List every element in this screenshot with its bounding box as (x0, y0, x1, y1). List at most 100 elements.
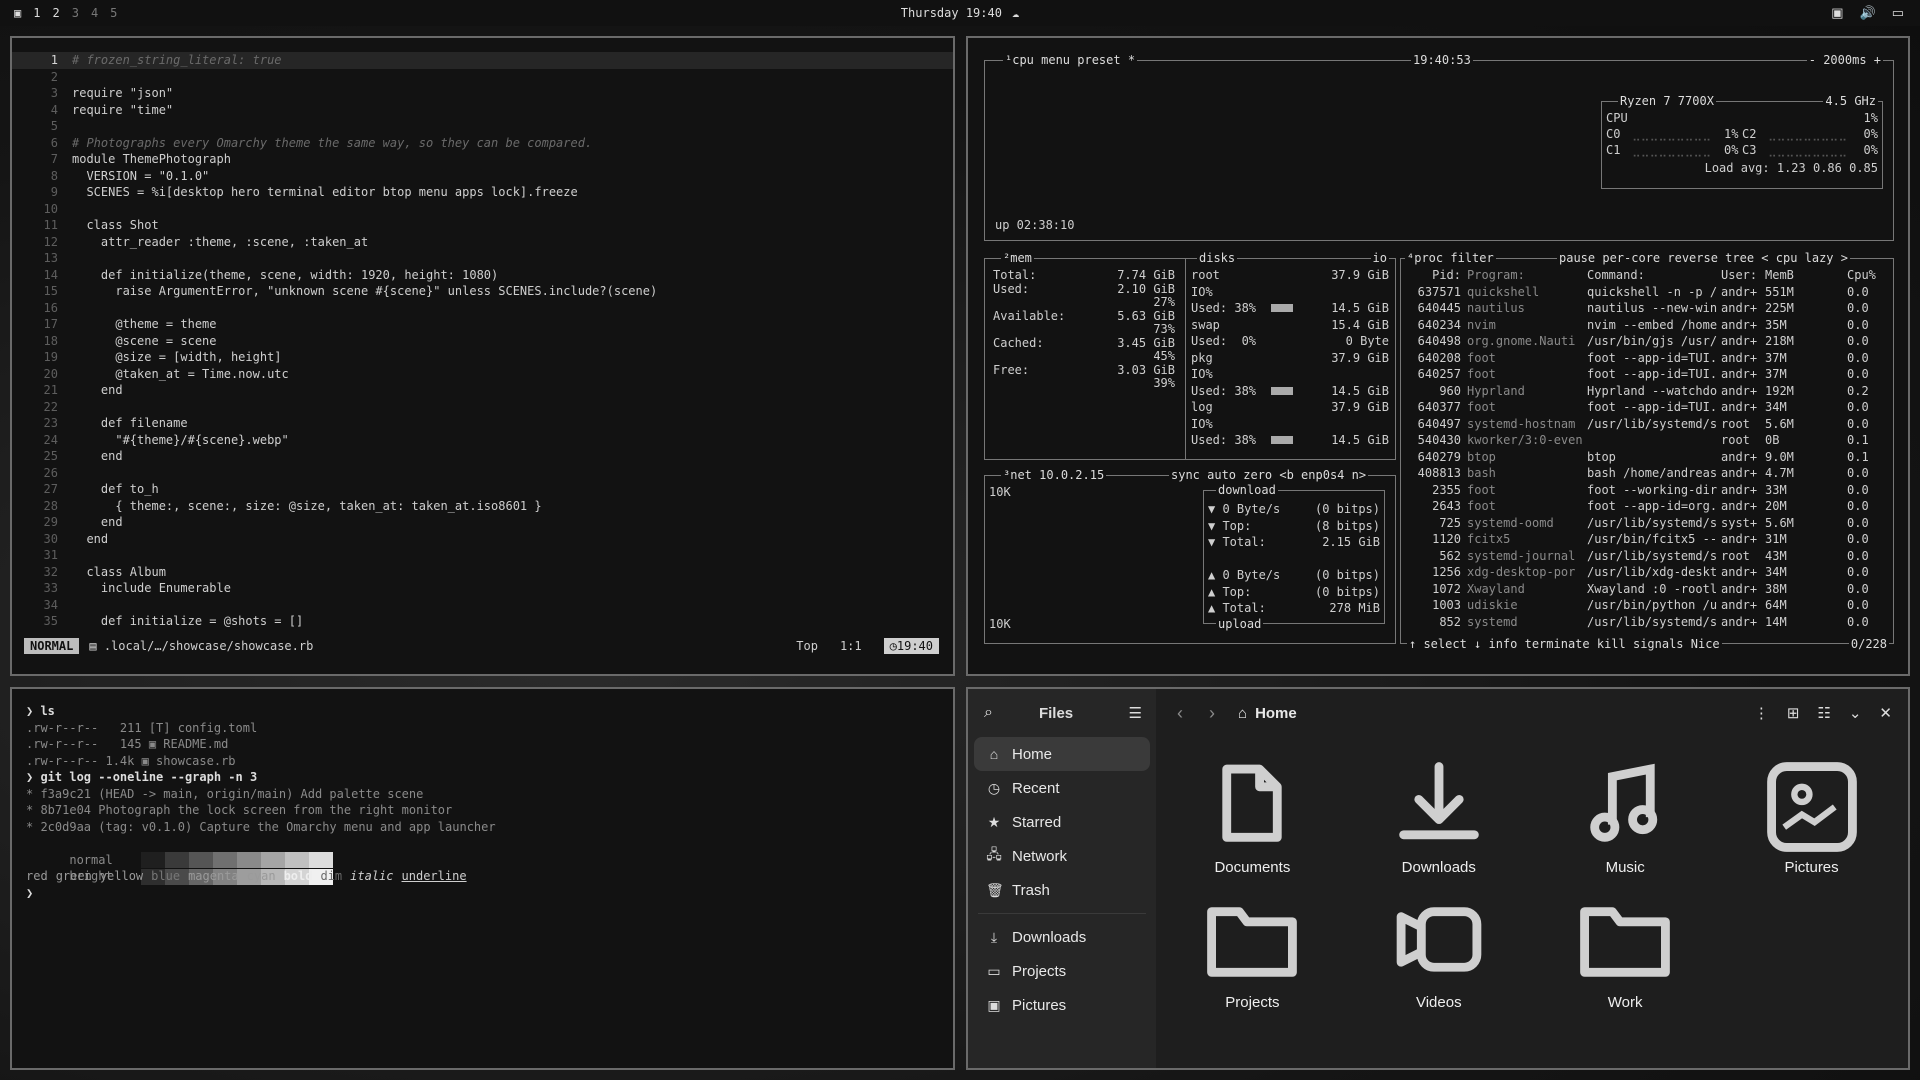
terminal-output[interactable]: ❯ ls .rw-r--r-- 211 [T] config.toml .rw-r-… (26, 703, 496, 901)
file-item-downloads[interactable]: Downloads (1349, 759, 1529, 876)
net-stats-box: download ▼ 0 Byte/s (0 bitps) ▼ Top: (8 bit… (1203, 482, 1385, 632)
sidebar-item-home[interactable]: ⌂ Home (974, 737, 1150, 771)
proc-row-cell: andr+ (1721, 284, 1758, 299)
cpu-interval[interactable]: - 2000ms + (1806, 52, 1883, 69)
chevron-down-icon[interactable]: ⌄ (1849, 704, 1862, 722)
workspace-4[interactable]: 4 (91, 6, 98, 20)
terminal-text: * 8b71e04 Photograph the lock screen fro… (26, 803, 453, 817)
workspace-switcher: ▣ 1 2 3 4 5 (14, 6, 117, 20)
core-c2-graph: ⣀⣀⣀⣀⣀⣀⣀⣀⣀ (1768, 127, 1848, 141)
sidebar-item-starred[interactable]: ★ Starred (974, 805, 1150, 839)
workspace-2[interactable]: 2 (52, 6, 59, 20)
proc-footer[interactable]: ↑ select ↓ info terminate kill signals N… (1407, 635, 1722, 652)
sidebar-item-downloads[interactable]: ⤓ Downloads (974, 920, 1150, 954)
net-title[interactable]: ³net 10.0.2.15 (1001, 467, 1107, 484)
back-button[interactable]: ‹ (1164, 703, 1196, 724)
search-icon[interactable]: ⌕ (984, 704, 993, 722)
proc-row-cell: 225M (1765, 301, 1794, 315)
location-bar[interactable]: ⌂ Home (1238, 705, 1297, 722)
code-line: 6 # Photographs every Omarchy theme the s… (12, 135, 953, 152)
net-ip: 10.0.2.15 (1039, 468, 1105, 482)
sidebar-divider (978, 913, 1146, 914)
more-options-icon[interactable]: ⋮ (1754, 704, 1769, 722)
proc-row-cell: foot --app-id=TUI. (1587, 350, 1718, 365)
download-icon: ⤓ (990, 928, 998, 945)
btop-window[interactable]: ¹cpu menu preset * 19:40:53 - 2000ms + R… (966, 36, 1910, 676)
cpu-cores-box: Ryzen 7 7700X 4.5 GHz CPU 1% C0 ⣀⣀⣀⣀⣀⣀⣀⣀… (1601, 93, 1883, 189)
clock[interactable]: Thursday 19:40 ☁ (901, 6, 1019, 20)
terminal-window[interactable]: ❯ ls .rw-r--r-- 211 [T] config.toml .rw-r-… (10, 687, 955, 1070)
proc-row-cell: foot --working-dir (1587, 482, 1718, 497)
terminal-text: git log --oneline --graph -n 3 (40, 770, 258, 784)
disk-usage-bar (1271, 304, 1293, 312)
editor-window[interactable]: 1 # frozen_string_literal: true 2 3 require … (10, 36, 955, 676)
sidebar-item-label: Projects (1012, 962, 1067, 980)
code-buffer[interactable]: 1 # frozen_string_literal: true 2 3 require … (12, 52, 953, 630)
disks-io-toggle[interactable]: io (1370, 250, 1389, 267)
proc-row-cell: andr+ (1721, 350, 1758, 365)
net-stat-label: ▲ Top: (1208, 584, 1252, 599)
file-item-documents[interactable]: Documents (1162, 759, 1342, 876)
proc-row-cell: 640498 (1417, 334, 1461, 348)
net-stat-value: (8 bitps) (1314, 518, 1380, 533)
code-text: include Enumerable (72, 581, 231, 595)
proc-row-cell: 0.0 (1847, 317, 1869, 332)
proc-row-cell: 0.0 (1847, 532, 1869, 546)
proc-row-cell: 34M (1765, 400, 1787, 414)
screen-icon[interactable]: ▣ (1831, 5, 1843, 21)
sidebar-item-trash[interactable]: 🗑 Trash (974, 873, 1150, 907)
proc-row-cell: 0.0 (1847, 400, 1869, 414)
workspace-1[interactable]: 1 (33, 6, 40, 20)
close-icon[interactable]: ✕ (1879, 704, 1892, 722)
files-window[interactable]: ⌕ Files ☰ ⌂ Home ◷ Recent ★ Starred 🖧 Networ… (966, 687, 1910, 1070)
proc-row-cell: root (1721, 416, 1750, 431)
prompt[interactable]: ❯ (26, 885, 496, 902)
image-icon: ▣ (987, 996, 1001, 1013)
code-line: 18 @scene = scene (12, 333, 953, 350)
line-number: 14 (43, 267, 58, 282)
disks-title[interactable]: disks (1197, 250, 1238, 267)
line-number: 23 (43, 416, 58, 430)
palette-swatch (308, 852, 333, 868)
volume-icon[interactable]: 🔊 (1860, 5, 1876, 21)
network-icon[interactable]: ▭ (1892, 5, 1904, 21)
prompt-symbol: ❯ (26, 704, 41, 718)
cpu-tabs[interactable]: ¹cpu menu preset * (1003, 52, 1138, 69)
style-sample-red: red (26, 869, 48, 883)
sidebar-item-recent[interactable]: ◷ Recent (974, 771, 1150, 805)
omarchy-menu-icon[interactable]: ▣ (14, 6, 21, 20)
core-c1-graph: ⣀⣀⣀⣀⣀⣀⣀⣀⣀ (1632, 143, 1712, 157)
proc-row-cell: /usr/bin/gjs /usr/ (1587, 334, 1718, 348)
sidebar-item-network[interactable]: 🖧 Network (974, 839, 1150, 873)
folder-icon: ▭ (987, 962, 1001, 979)
view-list-icon[interactable]: ☷ (1817, 704, 1830, 722)
proc-row-cell: 1256 (1432, 565, 1461, 579)
code-text: @scene = scene (72, 333, 217, 348)
code-line: 7 module ThemePhotograph (12, 151, 953, 168)
workspace-5[interactable]: 5 (110, 6, 117, 20)
proc-tabs[interactable]: pause per-core reverse tree < cpu lazy > (1557, 250, 1850, 267)
file-item-videos[interactable]: Videos (1349, 894, 1529, 1011)
file-item-music[interactable]: Music (1535, 759, 1715, 876)
hamburger-menu-icon[interactable]: ☰ (1129, 704, 1142, 722)
sidebar-item-projects[interactable]: ▭ Projects (974, 954, 1150, 988)
workspace-3[interactable]: 3 (72, 6, 79, 20)
sidebar-item-pictures[interactable]: ▣ Pictures (974, 988, 1150, 1022)
proc-row-cell: andr+ (1721, 400, 1758, 414)
net-stat-label: ▲ Total: (1208, 601, 1266, 615)
mem-title[interactable]: ²mem (1001, 250, 1034, 267)
proc-row-cell: foot (1467, 482, 1496, 497)
proc-row-cell: 0.0 (1847, 334, 1869, 348)
proc-row-cell: andr+ (1721, 598, 1758, 612)
file-item-projects[interactable]: Projects (1162, 894, 1342, 1011)
core-c1-value: 0% (1724, 143, 1739, 157)
file-item-pictures[interactable]: Pictures (1722, 759, 1902, 876)
proc-title[interactable]: ⁴proc filter (1405, 250, 1496, 267)
file-item-work[interactable]: Work (1535, 894, 1715, 1011)
core-c2-value: 0% (1863, 127, 1878, 141)
terminal-text: ls (40, 704, 55, 718)
line-number: 10 (43, 201, 58, 216)
forward-button[interactable]: › (1196, 703, 1228, 724)
new-folder-icon[interactable]: ⊞ (1787, 704, 1800, 722)
cursor-position: 1:1 (839, 638, 862, 653)
